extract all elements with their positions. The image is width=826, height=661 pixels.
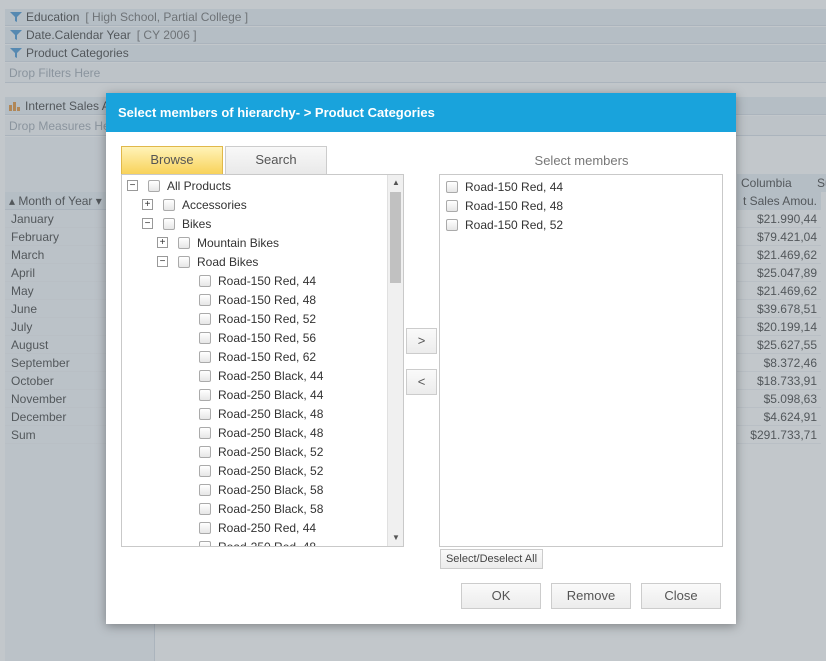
tree-leaf-item[interactable]: Road-250 Black, 44 [199,366,323,385]
tree-leaf-item[interactable]: Road-250 Black, 58 [199,480,323,499]
tree-leaf-item[interactable]: Road-150 Red, 44 [199,271,316,290]
tree-leaf-item[interactable]: Road-250 Black, 48 [199,423,323,442]
move-left-button[interactable]: < [406,369,437,395]
tree-leaf-item[interactable]: Road-150 Red, 52 [199,309,316,328]
tree-node-mountain-bikes[interactable]: + Mountain Bikes [157,233,279,252]
checkbox[interactable] [199,502,211,515]
scroll-up-icon[interactable]: ▲ [388,175,403,191]
checkbox[interactable] [163,198,175,211]
selected-item[interactable]: Road-150 Red, 48 [446,196,563,215]
expand-icon[interactable]: + [142,199,153,210]
tree-leaf-item[interactable]: Road-250 Black, 44 [199,385,323,404]
tree-leaf-item[interactable]: Road-250 Black, 48 [199,404,323,423]
tree-node-all-products[interactable]: − All Products [127,176,231,195]
tree-leaf-item[interactable]: Road-250 Red, 48 [199,537,316,546]
selected-item[interactable]: Road-150 Red, 52 [446,215,563,234]
tree-leaf-item[interactable]: Road-150 Red, 48 [199,290,316,309]
tree-leaf-item[interactable]: Road-150 Red, 56 [199,328,316,347]
checkbox[interactable] [199,293,211,306]
collapse-icon[interactable]: − [142,218,153,229]
checkbox[interactable] [199,407,211,420]
checkbox[interactable] [163,217,175,230]
tree-node-accessories[interactable]: + Accessories [142,195,247,214]
expand-icon[interactable]: + [157,237,168,248]
selected-members-list[interactable]: Road-150 Red, 44 Road-150 Red, 48 Road-1… [439,174,723,547]
tree-leaf-item[interactable]: Road-250 Black, 52 [199,461,323,480]
ok-button[interactable]: OK [461,583,541,609]
move-right-button[interactable]: > [406,328,437,354]
tree-scrollbar[interactable]: ▲ ▼ [387,175,403,546]
select-deselect-all-button[interactable]: Select/Deselect All [440,549,543,569]
checkbox[interactable] [199,521,211,534]
checkbox[interactable] [199,445,211,458]
checkbox[interactable] [446,180,458,193]
tree-leaf-item[interactable]: Road-150 Red, 62 [199,347,316,366]
select-members-dialog: Select members of hierarchy- > Product C… [106,93,736,624]
tree-leaf-item[interactable]: Road-250 Red, 44 [199,518,316,537]
checkbox[interactable] [199,483,211,496]
checkbox[interactable] [199,369,211,382]
selected-item[interactable]: Road-150 Red, 44 [446,177,563,196]
scroll-down-icon[interactable]: ▼ [388,530,403,546]
dialog-title: Select members of hierarchy- > Product C… [106,93,736,132]
checkbox[interactable] [148,179,160,192]
checkbox[interactable] [199,426,211,439]
tree-node-bikes[interactable]: − Bikes [142,214,211,233]
checkbox[interactable] [199,350,211,363]
checkbox[interactable] [199,388,211,401]
remove-button[interactable]: Remove [551,583,631,609]
checkbox[interactable] [446,199,458,212]
tree-node-road-bikes[interactable]: − Road Bikes [157,252,258,271]
tree-leaf-item[interactable]: Road-250 Black, 58 [199,499,323,518]
collapse-icon[interactable]: − [127,180,138,191]
checkbox[interactable] [199,540,211,546]
checkbox[interactable] [199,331,211,344]
close-button[interactable]: Close [641,583,721,609]
tree-leaf-item[interactable]: Road-250 Black, 52 [199,442,323,461]
collapse-icon[interactable]: − [157,256,168,267]
tab-browse[interactable]: Browse [121,146,223,174]
member-tree[interactable]: − All Products + Accessories − Bikes + M… [121,174,404,547]
checkbox[interactable] [199,312,211,325]
checkbox[interactable] [178,255,190,268]
checkbox[interactable] [199,464,211,477]
tab-search[interactable]: Search [225,146,327,174]
checkbox[interactable] [199,274,211,287]
checkbox[interactable] [446,218,458,231]
scroll-thumb[interactable] [390,192,401,283]
checkbox[interactable] [178,236,190,249]
tab-bar: Browse Search [121,146,329,174]
selected-members-label: Select members [534,153,629,168]
